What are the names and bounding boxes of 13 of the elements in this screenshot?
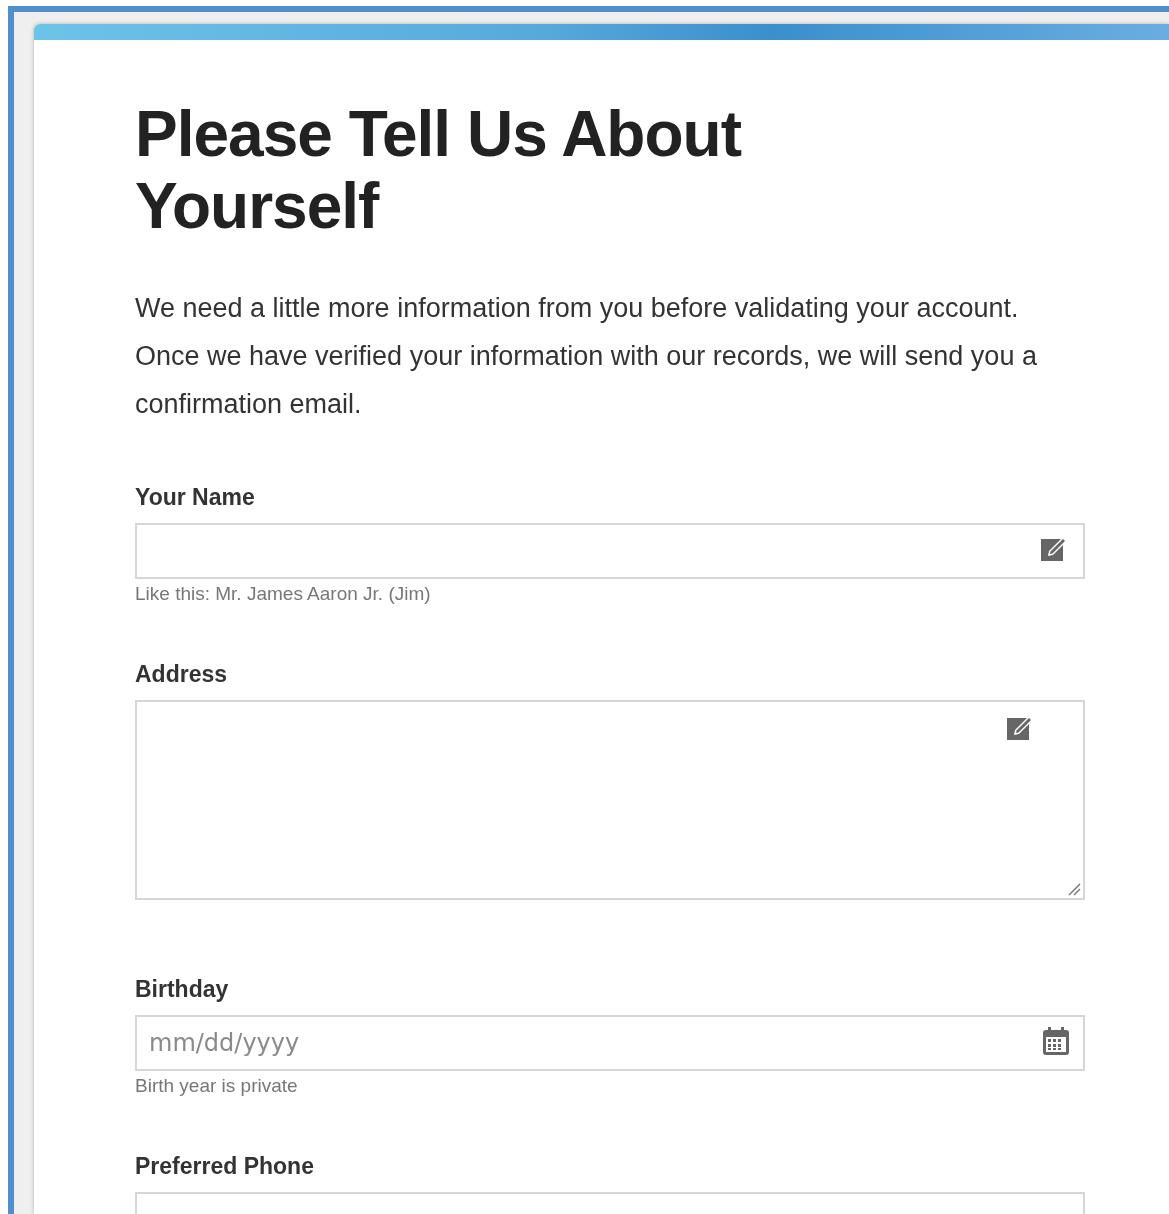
field-label: Preferred Phone [135,1153,315,1180]
intro-text: We need a little more information from you before validating your account. Once we have verified your information with our records, we will send you a confirmation email. [135,292,1038,421]
field-label: Birthday [135,976,230,1003]
date-field[interactable]: mm/dd/yyyy [135,1015,1085,1071]
field-hint: Birth year is private [135,1075,299,1097]
calendar-icon[interactable] [1041,1025,1071,1057]
page-title: Please Tell Us About Yourself [135,98,743,242]
field-label: Address [135,661,229,688]
name-field[interactable] [135,523,1085,579]
address-field[interactable] [135,700,1085,900]
field-hint: Like this: Mr. James Aaron Jr. (Jim) [135,583,432,605]
field-label: Your Name [135,484,256,511]
resize-grip-icon[interactable] [1067,882,1081,896]
